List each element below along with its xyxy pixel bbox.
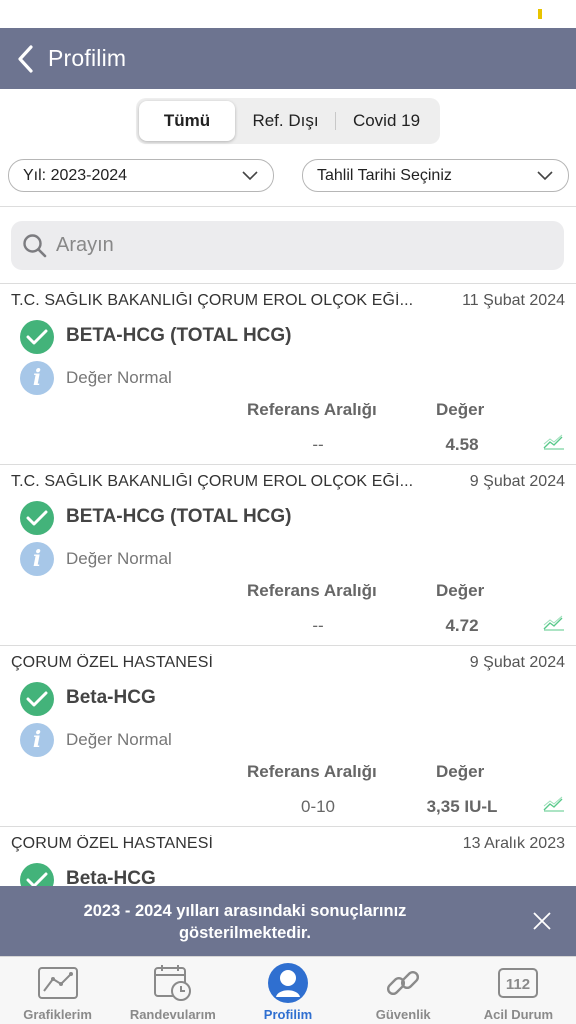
- test-name: BETA-HCG (TOTAL HCG): [66, 325, 292, 346]
- page-title: Profilim: [48, 45, 127, 71]
- close-icon[interactable]: [532, 911, 552, 931]
- test-name: Beta-HCG: [66, 687, 156, 708]
- search-icon: [23, 233, 47, 257]
- segment-out-of-range[interactable]: Ref. Dışı: [235, 101, 336, 141]
- info-icon: i: [20, 361, 54, 395]
- results-list: T.C. SAĞLIK BAKANLIĞI ÇORUM EROL OLÇOK E…: [0, 283, 576, 886]
- search-bar: [11, 221, 564, 270]
- tab-label: Profilim: [263, 1007, 313, 1022]
- value-header: Değer: [436, 762, 485, 781]
- status-bar: [0, 0, 576, 28]
- reference-range-value: --: [312, 435, 324, 454]
- tab-profilim[interactable]: Profilim: [230, 957, 345, 1024]
- result-date: 9 Şubat 2024: [469, 654, 565, 671]
- emergency-112-icon: 112: [498, 968, 539, 998]
- trend-chart-icon[interactable]: [543, 615, 565, 636]
- reference-range-value: --: [312, 616, 324, 635]
- test-date-dropdown-label: Tahlil Tarihi Seçiniz: [317, 166, 452, 184]
- result-value: 3,35 IU-L: [426, 797, 498, 816]
- info-toast: 2023 - 2024 yılları arasındaki sonuçları…: [0, 886, 576, 956]
- check-icon: [20, 863, 54, 886]
- segment-covid-19[interactable]: Covid 19: [336, 101, 437, 141]
- reference-range-header: Referans Aralığı: [247, 581, 377, 600]
- hospital-name: ÇORUM ÖZEL HASTANESİ: [11, 654, 214, 671]
- calendar-clock-icon: [153, 965, 191, 1001]
- filter-segmented-control: Tümü Ref. Dışı Covid 19: [136, 98, 440, 144]
- result-status: Değer Normal: [66, 368, 172, 387]
- tab-acil-durum[interactable]: 112 Acil Durum: [461, 957, 576, 1024]
- hospital-name: ÇORUM ÖZEL HASTANESİ: [11, 835, 214, 852]
- result-date: 11 Şubat 2024: [462, 292, 565, 309]
- reference-range-header: Referans Aralığı: [247, 762, 377, 781]
- check-icon: [20, 320, 54, 354]
- svg-text:112: 112: [506, 976, 530, 993]
- divider: [0, 206, 576, 207]
- result-date: 13 Aralık 2023: [462, 835, 565, 852]
- profile-icon: [268, 963, 308, 1003]
- value-header: Değer: [436, 581, 485, 600]
- result-value: 4.58: [445, 435, 479, 454]
- top-navigation-bar: Profilim: [0, 28, 576, 89]
- check-icon: [20, 682, 54, 716]
- check-icon: [20, 501, 54, 535]
- info-icon: i: [20, 723, 54, 757]
- tab-randevularim[interactable]: Randevularım: [115, 957, 230, 1024]
- year-dropdown[interactable]: Yıl: 2023-2024: [8, 159, 274, 192]
- back-button[interactable]: [2, 28, 48, 89]
- tab-label: Randevularım: [129, 1007, 216, 1022]
- tab-grafiklerim[interactable]: Grafiklerim: [0, 957, 115, 1024]
- result-card[interactable]: T.C. SAĞLIK BAKANLIĞI ÇORUM EROL OLÇOK E…: [0, 465, 576, 646]
- segment-all[interactable]: Tümü: [139, 101, 235, 141]
- value-header: Değer: [436, 400, 485, 419]
- test-date-dropdown[interactable]: Tahlil Tarihi Seçiniz: [302, 159, 569, 192]
- tab-label: Grafiklerim: [23, 1007, 92, 1022]
- test-name: Beta-HCG: [66, 868, 156, 886]
- toast-message: 2023 - 2024 yılları arasındaki sonuçları…: [83, 902, 407, 942]
- chevron-left-icon: [18, 44, 33, 73]
- link-icon: [387, 970, 420, 996]
- search-input[interactable]: [56, 234, 536, 257]
- chevron-down-icon: [242, 171, 258, 181]
- result-status: Değer Normal: [66, 549, 172, 568]
- chart-icon: [37, 967, 78, 999]
- result-status: Değer Normal: [66, 730, 172, 749]
- result-value: 4.72: [445, 616, 479, 635]
- tab-label: Acil Durum: [483, 1007, 554, 1022]
- result-card[interactable]: T.C. SAĞLIK BAKANLIĞI ÇORUM EROL OLÇOK E…: [0, 284, 576, 465]
- info-icon: i: [20, 542, 54, 576]
- chevron-down-icon: [537, 171, 553, 181]
- tab-label: Güvenlik: [375, 1007, 431, 1022]
- reference-range-value: 0-10: [300, 797, 336, 816]
- year-dropdown-label: Yıl: 2023-2024: [23, 166, 128, 184]
- tab-guvenlik[interactable]: Güvenlik: [346, 957, 461, 1024]
- result-date: 9 Şubat 2024: [469, 473, 565, 490]
- test-name: BETA-HCG (TOTAL HCG): [66, 506, 292, 527]
- battery-indicator-icon: [538, 9, 542, 19]
- reference-range-header: Referans Aralığı: [247, 400, 377, 419]
- hospital-name: T.C. SAĞLIK BAKANLIĞI ÇORUM EROL OLÇOK E…: [11, 473, 414, 490]
- result-card[interactable]: ÇORUM ÖZEL HASTANESİ 9 Şubat 2024 Beta-HCG…: [0, 646, 576, 827]
- trend-chart-icon[interactable]: [543, 434, 565, 455]
- trend-chart-icon[interactable]: [543, 796, 565, 817]
- bottom-tab-bar: Grafiklerim Randevularım Profilim Güvenl…: [0, 956, 576, 1024]
- result-card[interactable]: ÇORUM ÖZEL HASTANESİ 13 Aralık 2023 Beta-H…: [0, 827, 576, 886]
- hospital-name: T.C. SAĞLIK BAKANLIĞI ÇORUM EROL OLÇOK E…: [11, 292, 414, 309]
